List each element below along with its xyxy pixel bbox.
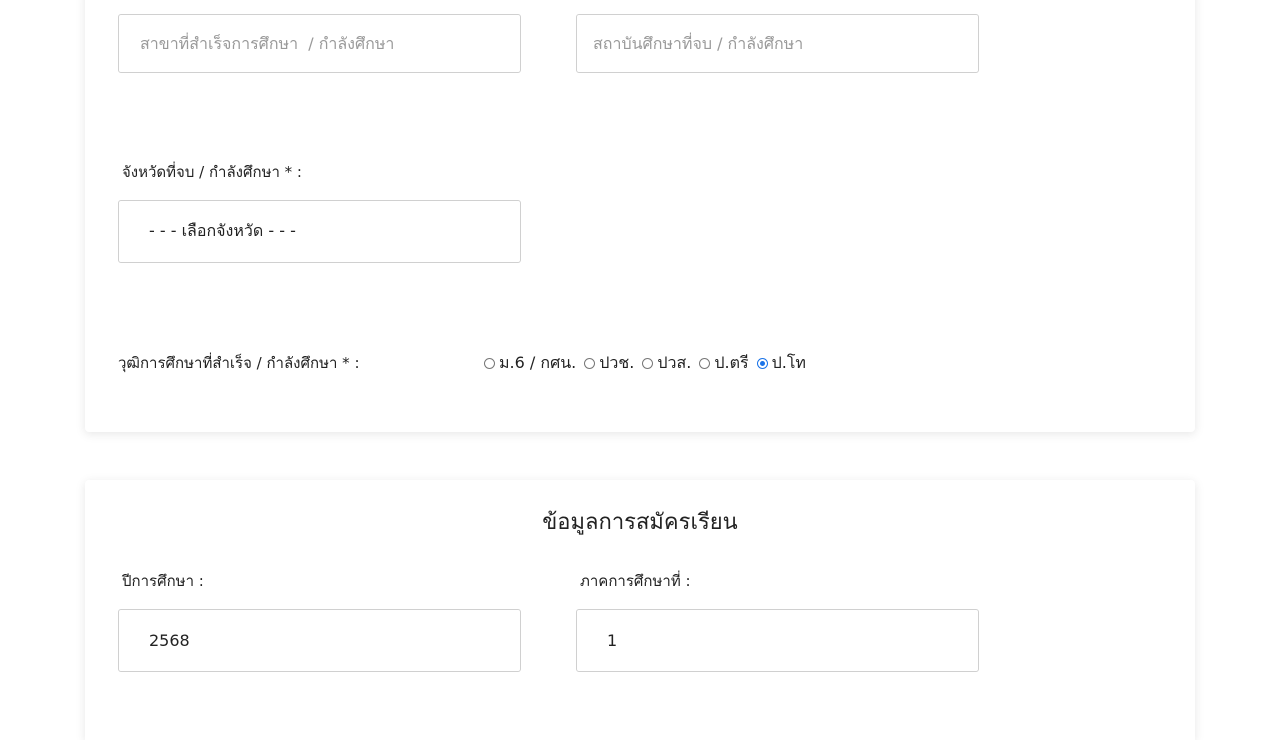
radio-circle-icon[interactable] bbox=[699, 358, 711, 369]
province-select-value: - - - เลือกจังหวัด - - - bbox=[149, 221, 296, 240]
radio-label: ปวส. bbox=[657, 353, 692, 372]
radio-option-high-vocational[interactable]: ปวส. bbox=[642, 351, 691, 376]
radio-label: ป.โท bbox=[771, 353, 806, 372]
radio-circle-icon[interactable] bbox=[484, 358, 495, 369]
radio-circle-checked-icon[interactable] bbox=[756, 358, 768, 369]
radio-option-m6[interactable]: ม.6 / กศน. bbox=[484, 351, 576, 376]
education-card: จังหวัดที่จบ / กำลังศึกษา * : - - - เลือ… bbox=[85, 0, 1195, 432]
section-title: ข้อมูลการสมัครเรียน bbox=[542, 510, 738, 535]
academic-year-input[interactable] bbox=[118, 609, 521, 672]
radio-option-vocational-cert[interactable]: ปวช. bbox=[584, 351, 634, 376]
radio-label: ม.6 / กศน. bbox=[499, 353, 577, 372]
qualification-radio-group: ม.6 / กศน. ปวช. ปวส. ป.ตรี ป.โท bbox=[484, 351, 814, 376]
semester-input[interactable] bbox=[576, 609, 979, 672]
radio-label: ป.ตรี bbox=[714, 353, 749, 372]
major-field-input[interactable] bbox=[118, 14, 521, 73]
radio-circle-icon[interactable] bbox=[584, 358, 596, 369]
semester-label: ภาคการศึกษาที่ : bbox=[580, 572, 691, 590]
radio-option-bachelor[interactable]: ป.ตรี bbox=[699, 351, 749, 376]
institution-field-input[interactable] bbox=[576, 14, 979, 73]
province-label: จังหวัดที่จบ / กำลังศึกษา * : bbox=[122, 163, 302, 181]
province-select[interactable]: - - - เลือกจังหวัด - - - bbox=[118, 200, 521, 263]
application-card: ข้อมูลการสมัครเรียน ปีการศึกษา : ภาคการศ… bbox=[85, 480, 1195, 740]
radio-label: ปวช. bbox=[599, 353, 635, 372]
qualification-label: วุฒิการศึกษาที่สำเร็จ / กำลังศึกษา * : bbox=[118, 354, 360, 372]
radio-circle-icon[interactable] bbox=[642, 358, 654, 369]
academic-year-label: ปีการศึกษา : bbox=[122, 572, 204, 590]
radio-option-master[interactable]: ป.โท bbox=[756, 351, 806, 376]
